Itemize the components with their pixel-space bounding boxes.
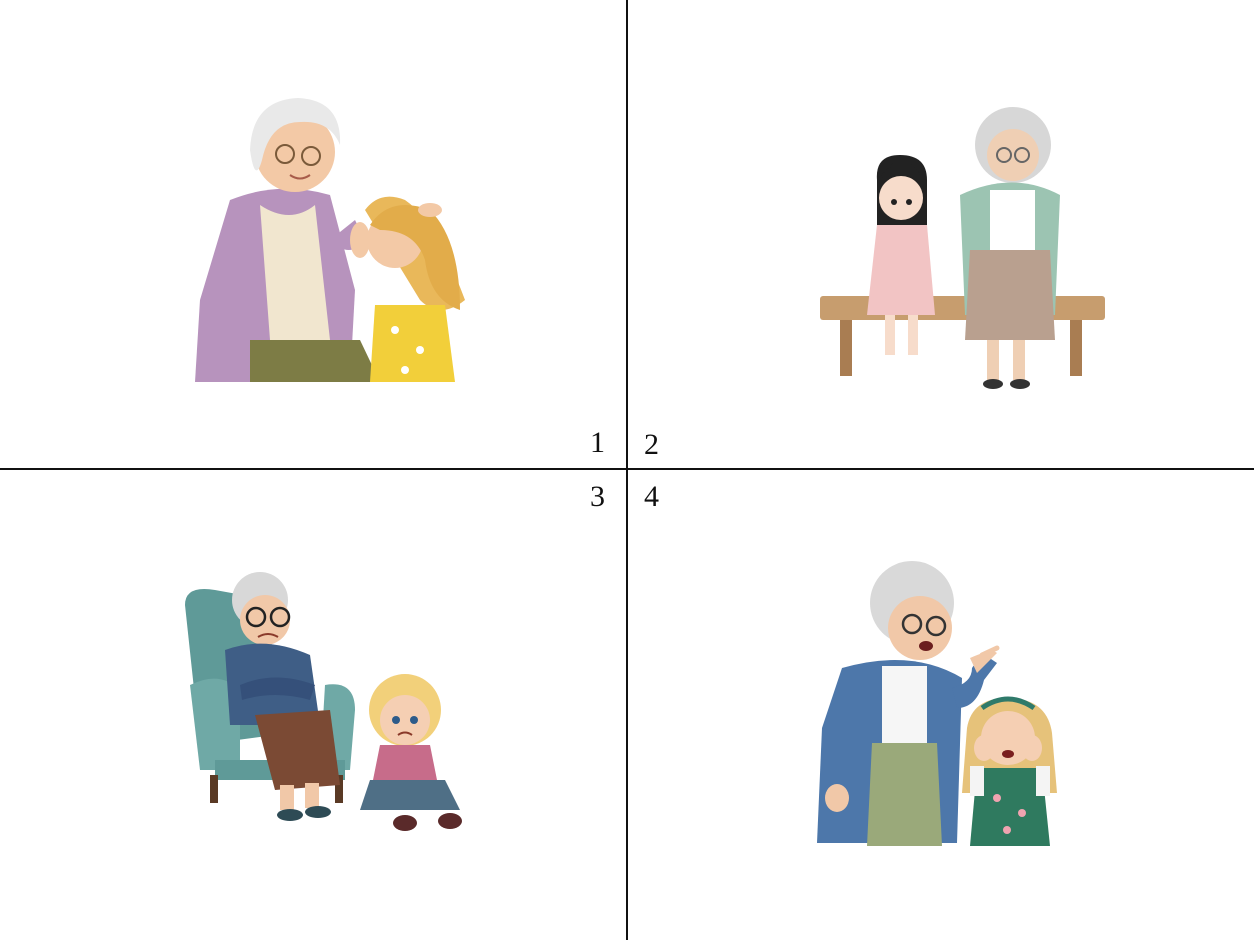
panel-3-illustration: [180, 565, 475, 840]
comic-grid: 1 2 3 4: [0, 0, 1254, 940]
panel-4-illustration: [812, 558, 1087, 848]
panel-1-illustration: [190, 90, 480, 385]
horizontal-divider: [0, 468, 1254, 470]
panel-number-3: 3: [590, 480, 605, 513]
vertical-divider: [626, 0, 628, 940]
panel-2-illustration: [815, 100, 1110, 395]
panel-number-2: 2: [644, 428, 659, 461]
panel-number-4: 4: [644, 480, 659, 513]
panel-number-1: 1: [590, 426, 605, 459]
